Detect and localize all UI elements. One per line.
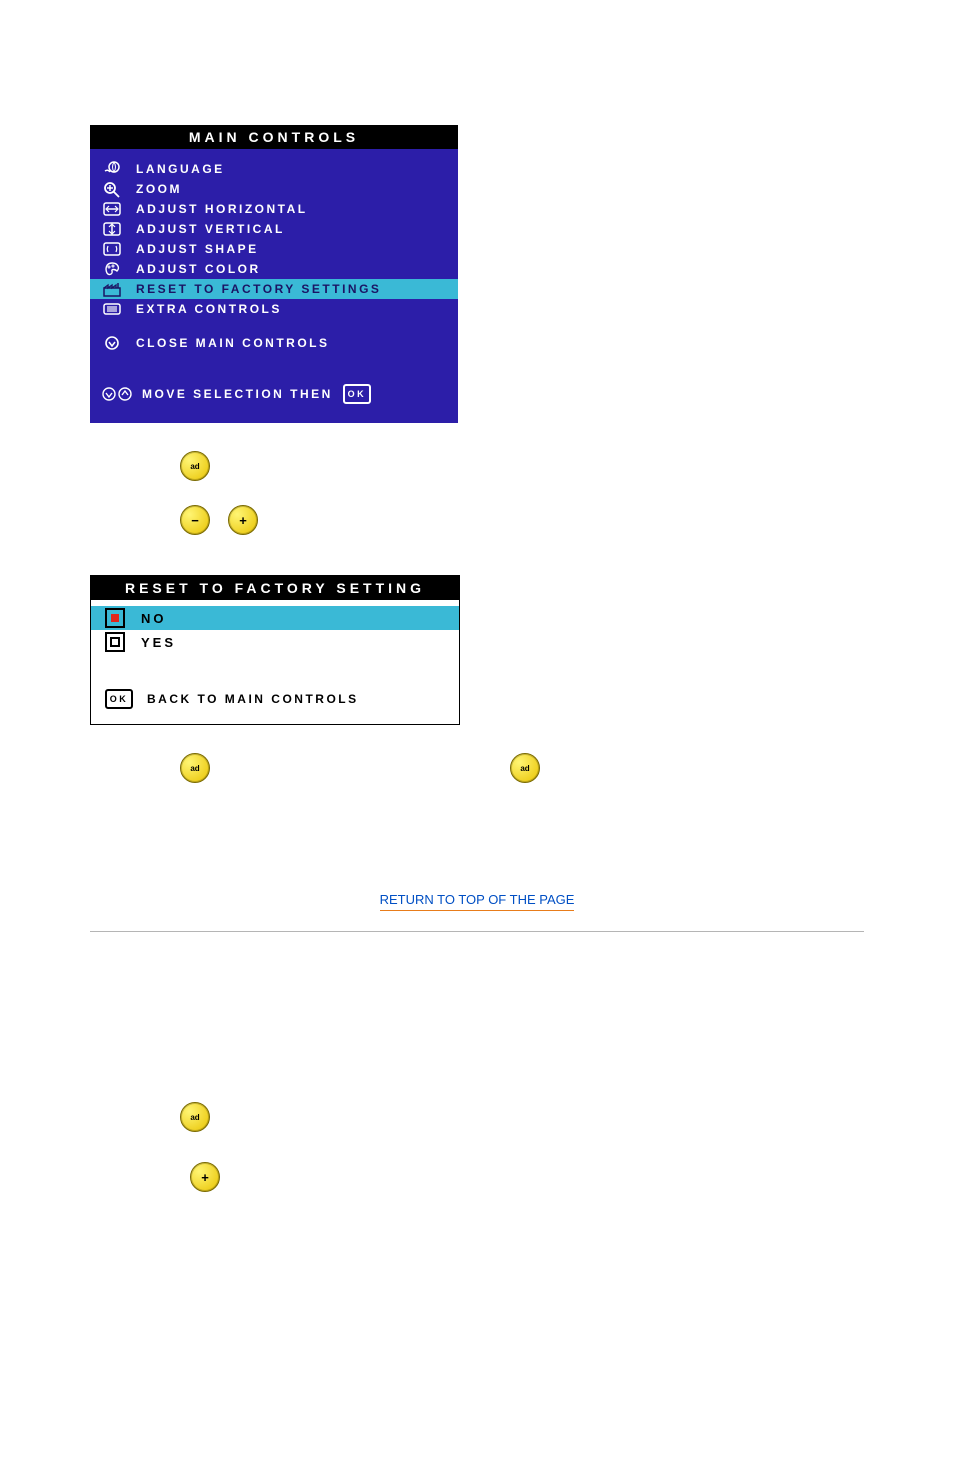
menu-label: ZOOM [136, 182, 182, 196]
ok-button[interactable]: ad [180, 753, 210, 783]
option-label: YES [141, 635, 176, 650]
menu-item-language[interactable]: LANGUAGE [90, 159, 458, 179]
ok-button[interactable]: ad [510, 753, 540, 783]
menu-item-zoom[interactable]: ZOOM [90, 179, 458, 199]
button-row: ad [180, 1102, 864, 1132]
menu-item-adjust-shape[interactable]: ADJUST SHAPE [90, 239, 458, 259]
button-row: ad ad [90, 753, 864, 783]
menu-label: ADJUST HORIZONTAL [136, 202, 308, 216]
main-controls-body: LANGUAGE ZOOM ADJUST HORIZONTAL ADJUST V… [90, 149, 458, 423]
ok-button[interactable]: ad [180, 1102, 210, 1132]
back-label: BACK TO MAIN CONTROLS [147, 692, 359, 706]
menu-label: ADJUST COLOR [136, 262, 261, 276]
menu-item-reset-factory[interactable]: RESET TO FACTORY SETTINGS [90, 279, 458, 299]
minus-button[interactable]: − [180, 505, 210, 535]
extra-controls-icon [102, 301, 122, 317]
button-row: + [190, 1162, 864, 1192]
plus-button[interactable]: + [190, 1162, 220, 1192]
globe-hand-icon [102, 161, 122, 177]
ok-indicator-icon: OK [105, 689, 133, 709]
palette-icon [102, 261, 122, 277]
return-top-link-wrap: RETURN TO TOP OF THE PAGE [90, 891, 864, 909]
main-controls-panel: MAIN CONTROLS LANGUAGE ZOOM ADJUST HORIZ… [90, 125, 458, 423]
menu-label: ADJUST SHAPE [136, 242, 259, 256]
selected-box-icon [105, 608, 125, 628]
return-top-link[interactable]: RETURN TO TOP OF THE PAGE [380, 892, 575, 911]
option-yes[interactable]: YES [91, 630, 459, 654]
button-row: ad [180, 451, 864, 481]
menu-label: EXTRA CONTROLS [136, 302, 282, 316]
option-label: NO [141, 611, 167, 626]
magnifier-icon [102, 181, 122, 197]
close-circle-icon [102, 335, 122, 351]
main-controls-title: MAIN CONTROLS [90, 125, 458, 149]
reset-factory-title: RESET TO FACTORY SETTING [91, 576, 459, 600]
back-row[interactable]: OK BACK TO MAIN CONTROLS [91, 688, 459, 710]
menu-item-adjust-color[interactable]: ADJUST COLOR [90, 259, 458, 279]
unselected-box-icon [105, 632, 125, 652]
hint-label: MOVE SELECTION THEN [142, 387, 333, 401]
spacer [90, 319, 458, 333]
ok-button[interactable]: ad [180, 451, 210, 481]
ok-indicator-icon: OK [343, 384, 371, 404]
reset-factory-panel: RESET TO FACTORY SETTING NO YES OK BACK … [90, 575, 460, 725]
reset-factory-body: NO YES OK BACK TO MAIN CONTROLS [91, 600, 459, 724]
menu-label: LANGUAGE [136, 162, 225, 176]
divider [90, 931, 864, 932]
menu-item-extra-controls[interactable]: EXTRA CONTROLS [90, 299, 458, 319]
menu-label: RESET TO FACTORY SETTINGS [136, 282, 381, 296]
option-no[interactable]: NO [91, 606, 459, 630]
plus-button[interactable]: + [228, 505, 258, 535]
hint-row: MOVE SELECTION THEN OK [90, 383, 458, 405]
button-row: − + [180, 505, 864, 535]
adjust-shape-icon [102, 241, 122, 257]
menu-label: CLOSE MAIN CONTROLS [136, 336, 330, 350]
adjust-vertical-icon [102, 221, 122, 237]
adjust-horizontal-icon [102, 201, 122, 217]
menu-item-close[interactable]: CLOSE MAIN CONTROLS [90, 333, 458, 353]
up-down-arrows-icon [102, 385, 132, 403]
menu-item-adjust-vertical[interactable]: ADJUST VERTICAL [90, 219, 458, 239]
menu-item-adjust-horizontal[interactable]: ADJUST HORIZONTAL [90, 199, 458, 219]
menu-label: ADJUST VERTICAL [136, 222, 285, 236]
factory-icon [102, 281, 122, 297]
